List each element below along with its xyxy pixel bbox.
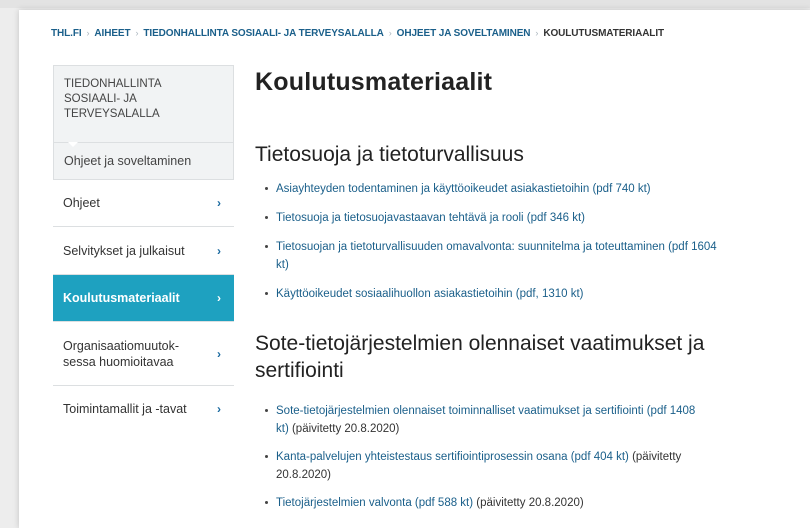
chevron-right-icon: › [217,402,221,416]
breadcrumb-separator: › [135,28,139,38]
browser-top-strip [0,0,810,8]
sidebar-heading-line: TIEDONHALLINTA [64,78,162,90]
section-heading-line: Tietosuoja ja tietoturvallisuus [255,143,524,166]
link-list: Asiayhteyden todentaminen ja käyttöoikeu… [255,180,775,303]
sidebar-item-ohjeet[interactable]: Ohjeet › [53,180,234,227]
sidebar-item-label: Organisaatiomuutok-sessa huomioitavaa [63,338,179,370]
page: THL.FI › AIHEET › TIEDONHALLINTA SOSIAALI- J… [19,10,810,528]
breadcrumb-current: KOULUTUSMATERIAALIT [543,28,665,39]
update-note: (päivitetty 20.8.2020) [473,497,584,509]
sidebar-item-label: Selvitykset ja julkaisut [63,243,185,258]
sidebar-subheading[interactable]: Ohjeet ja soveltaminen [53,142,234,180]
section-heading: Sote-tietojärjestelmien olennaiset vaati… [255,330,704,384]
sidebar-heading[interactable]: TIEDONHALLINTA SOSIAALI- JA TERVEYSALALL… [53,65,234,142]
document-link[interactable]: Kanta-palvelujen yhteistestaus sertifioi… [276,451,629,463]
link-line: Tietosuojan ja tietoturvallisuuden omava… [276,241,717,253]
chevron-right-icon: › [217,291,221,305]
breadcrumb-separator: › [535,28,539,38]
section-heading-line: sertifiointi [255,359,344,382]
link-line: Sote-tietojärjestelmien olennaiset toimi… [276,405,696,417]
list-item: Sote-tietojärjestelmien olennaiset toimi… [255,402,775,438]
sidebar-heading-line: TERVEYSALALLA [64,108,160,120]
sidebar-item-label: Ohjeet [63,196,100,210]
link-line: kt) [276,423,289,435]
sidebar-item-koulutusmateriaalit[interactable]: Koulutusmateriaalit › [53,275,234,322]
breadcrumb: THL.FI › AIHEET › TIEDONHALLINTA SOSIAALI- J… [51,28,664,39]
sidebar-heading-line: SOSIAALI- JA [64,93,137,105]
document-link[interactable]: Tietojärjestelmien valvonta (pdf 588 kt) [276,497,473,509]
breadcrumb-link-thl[interactable]: THL.FI [51,28,82,39]
breadcrumb-separator: › [388,28,392,38]
link-list: Sote-tietojärjestelmien olennaiset toimi… [255,402,775,512]
section-heading-line: Sote-tietojärjestelmien olennaiset vaati… [255,332,705,355]
link-line: kt) [276,259,289,271]
list-item: Tietojärjestelmien valvonta (pdf 588 kt)… [255,494,775,512]
sidebar-item-label: Koulutusmateriaalit [63,291,180,305]
breadcrumb-link-tiedonhallinta[interactable]: TIEDONHALLINTA SOSIAALI- JA TERVEYSALALL… [143,28,383,39]
document-link[interactable]: Tietosuojan ja tietoturvallisuuden omava… [276,241,717,271]
breadcrumb-link-ohjeet[interactable]: OHJEET JA SOVELTAMINEN [397,28,531,39]
breadcrumb-link-aiheet[interactable]: AIHEET [94,28,130,39]
sidebar-nav: TIEDONHALLINTA SOSIAALI- JA TERVEYSALALL… [53,65,234,432]
chevron-right-icon: › [217,243,221,258]
update-note: (päivitetty 20.8.2020) [288,423,400,435]
sidebar-item-selvitykset[interactable]: Selvitykset ja julkaisut › [53,227,234,275]
chevron-right-icon: › [217,196,221,210]
list-item: Tietosuoja ja tietosuojavastaavan tehtäv… [255,209,775,227]
sidebar-item-label-line: Organisaatiomuutok- [63,338,180,353]
sidebar-item-label-line: sessa huomioitavaa [63,354,174,369]
sidebar-item-label: Toimintamallit ja -tavat [63,402,187,416]
page-title: Koulutusmateriaalit [255,68,493,96]
list-item: Kanta-palvelujen yhteistestaus sertifioi… [255,448,775,484]
document-link[interactable]: Asiayhteyden todentaminen ja käyttöoikeu… [276,183,651,195]
section-heading: Tietosuoja ja tietoturvallisuus [255,141,524,168]
document-link[interactable]: Käyttöoikeudet sosiaalihuollon asiakasti… [276,288,584,300]
sidebar-item-organisaatiomuutoksessa[interactable]: Organisaatiomuutok-sessa huomioitavaa › [53,322,234,386]
list-item: Asiayhteyden todentaminen ja käyttöoikeu… [255,180,775,198]
list-item: Käyttöoikeudet sosiaalihuollon asiakasti… [255,285,775,303]
chevron-right-icon: › [217,346,221,361]
document-link[interactable]: Tietosuoja ja tietosuojavastaavan tehtäv… [276,212,585,224]
sidebar-item-toimintamallit[interactable]: Toimintamallit ja -tavat › [53,386,234,432]
list-item: Tietosuojan ja tietoturvallisuuden omava… [255,238,775,274]
breadcrumb-separator: › [86,28,90,38]
